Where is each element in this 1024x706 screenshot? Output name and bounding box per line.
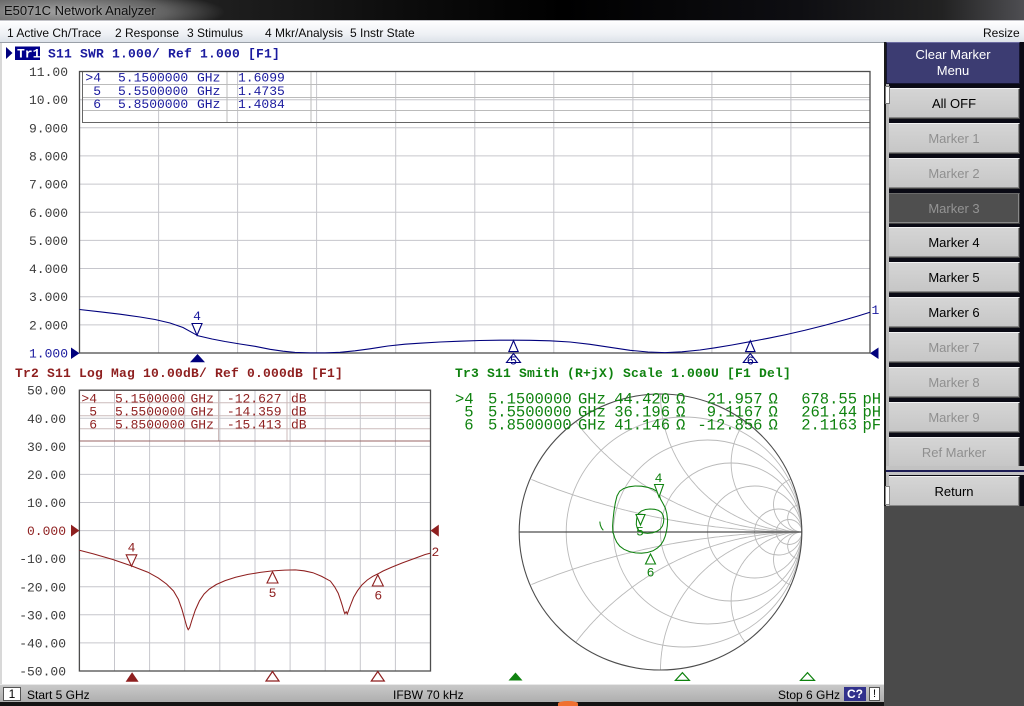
svg-text:Ω: Ω (769, 416, 778, 434)
svg-text:-15.413: -15.413 (227, 417, 282, 432)
svg-text:5.000: 5.000 (29, 234, 68, 249)
svg-text:-30.00: -30.00 (19, 608, 66, 623)
svg-text:-20.00: -20.00 (19, 580, 66, 595)
svg-text:6.000: 6.000 (29, 206, 68, 221)
svg-text:Tr2 S11 Log Mag 10.00dB/ Ref 0: Tr2 S11 Log Mag 10.00dB/ Ref 0.000dB [F1… (15, 366, 343, 381)
svg-text:GHz: GHz (197, 97, 220, 112)
svg-text:10.00: 10.00 (27, 496, 66, 511)
svg-text:41.146: 41.146 (614, 416, 670, 434)
svg-text:6: 6 (647, 566, 655, 581)
svg-text:5.8500000: 5.8500000 (115, 417, 185, 432)
svg-text:5: 5 (269, 586, 277, 601)
svg-text:20.00: 20.00 (27, 468, 66, 483)
svg-text:2.1163: 2.1163 (801, 416, 857, 434)
svg-text:S11 SWR 1.000/ Ref 1.000 [F1]: S11 SWR 1.000/ Ref 1.000 [F1] (48, 47, 280, 62)
svg-text:Ω: Ω (676, 416, 685, 434)
svg-text:2.000: 2.000 (29, 318, 68, 333)
svg-text:6: 6 (464, 416, 473, 434)
svg-text:dB: dB (291, 417, 307, 432)
svg-text:1.4084: 1.4084 (238, 97, 285, 112)
svg-text:1.000: 1.000 (29, 347, 68, 362)
svg-text:-10.00: -10.00 (19, 552, 66, 567)
svg-text:0.000: 0.000 (27, 524, 66, 539)
svg-text:4: 4 (655, 471, 663, 486)
svg-text:2: 2 (432, 545, 440, 560)
svg-text:-50.00: -50.00 (19, 665, 66, 680)
svg-text:9.000: 9.000 (29, 121, 68, 136)
svg-text:6: 6 (93, 97, 101, 112)
svg-text:11.00: 11.00 (29, 65, 68, 80)
svg-text:Tr3 S11 Smith (R+jX) Scale 1.0: Tr3 S11 Smith (R+jX) Scale 1.000U [F1 De… (455, 366, 791, 381)
svg-text:5: 5 (636, 525, 644, 540)
svg-text:Tr1: Tr1 (17, 47, 41, 62)
svg-text:8.000: 8.000 (29, 149, 68, 164)
svg-text:3.000: 3.000 (29, 290, 68, 305)
svg-text:6: 6 (374, 589, 382, 604)
svg-text:30.00: 30.00 (27, 440, 66, 455)
svg-text:5.8500000: 5.8500000 (118, 97, 188, 112)
svg-text:pF: pF (863, 416, 882, 434)
svg-text:-40.00: -40.00 (19, 636, 66, 651)
svg-text:GHz: GHz (578, 416, 606, 434)
svg-text:40.00: 40.00 (27, 412, 66, 427)
svg-text:50.00: 50.00 (27, 384, 66, 399)
svg-text:-12.856: -12.856 (697, 416, 762, 434)
svg-text:10.00: 10.00 (29, 93, 68, 108)
svg-text:4: 4 (193, 309, 201, 324)
svg-text:4: 4 (128, 541, 136, 556)
svg-text:5.8500000: 5.8500000 (488, 416, 572, 434)
svg-text:6: 6 (89, 417, 97, 432)
svg-text:7.000: 7.000 (29, 178, 68, 193)
svg-text:4.000: 4.000 (29, 262, 68, 277)
svg-text:GHz: GHz (191, 417, 214, 432)
svg-text:1: 1 (872, 303, 880, 318)
